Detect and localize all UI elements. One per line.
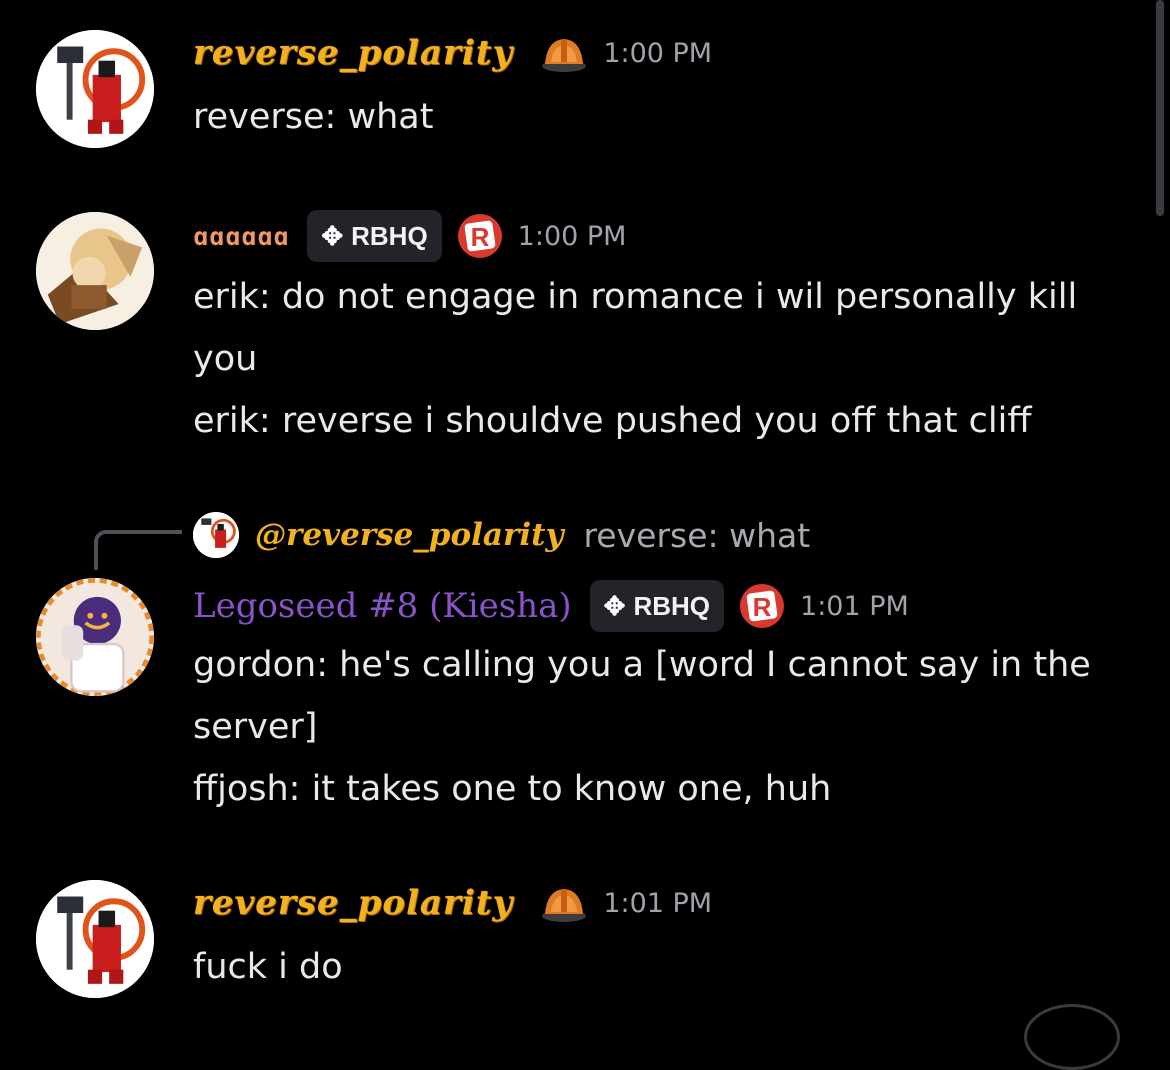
tag-label: RBHQ [633,590,711,621]
rbhq-tag[interactable]: ✥ RBHQ [307,210,442,262]
reply-avatar [193,512,239,558]
message-line: ffjosh: it takes one to know one, huh [193,769,832,809]
message-line: erik: reverse i shouldve pushed you off … [193,401,1032,441]
roblox-logo-icon[interactable]: R [456,212,504,260]
message-line: reverse: what [193,97,434,137]
scrollbar[interactable] [1156,0,1164,216]
timestamp: 1:01 PM [800,590,909,622]
username[interactable]: ɑɑɑɑɑɑ [193,222,289,251]
reply-text: reverse: what [583,515,811,555]
reply-connector [94,530,182,570]
timestamp: 1:00 PM [517,220,627,252]
avatar-reverse-polarity[interactable] [36,880,154,998]
username[interactable]: reverse_polarity [193,33,513,73]
username[interactable]: Legoseed #8 (Kiesha) [193,586,572,626]
message-line: fuck i do [193,947,343,987]
rbhq-diamond-icon: ✥ [321,220,344,251]
rbhq-tag[interactable]: ✥ RBHQ [589,580,725,632]
message-line: erik: do not engage in romance i wil per… [193,277,1078,379]
avatar-reverse-polarity[interactable] [36,30,154,148]
avatar-aaaaaa[interactable] [36,212,154,330]
tag-label: RBHQ [351,220,428,251]
rbhq-diamond-icon: ✥ [603,590,626,621]
svg-text:R: R [753,592,772,622]
reply-preview[interactable]: @reverse_polarity reverse: what [193,512,810,558]
hard-hat-badge-icon[interactable] [539,32,589,74]
avatar-legoseed[interactable] [36,578,154,696]
timestamp: 1:00 PM [603,37,713,69]
hard-hat-badge-icon[interactable] [539,882,589,924]
corner-button[interactable] [1024,1004,1120,1070]
username[interactable]: reverse_polarity [193,883,513,923]
svg-text:R: R [470,222,489,252]
reply-mention[interactable]: @reverse_polarity [255,517,563,553]
timestamp: 1:01 PM [603,887,713,919]
roblox-logo-icon[interactable]: R [738,582,786,630]
message-line: gordon: he's calling you a [word I canno… [193,645,1091,747]
